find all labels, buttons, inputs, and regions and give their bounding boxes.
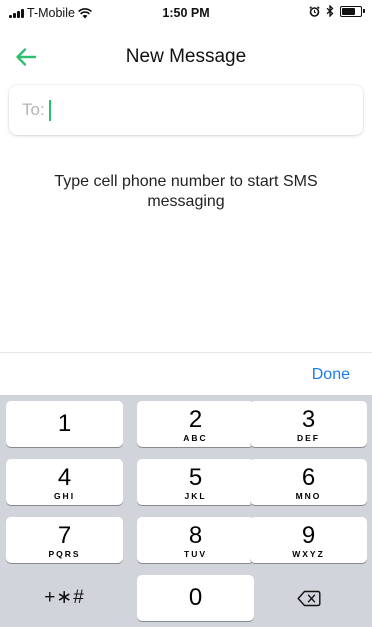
- key-letters: PQRS: [48, 549, 81, 559]
- key-letters: MNO: [295, 491, 322, 501]
- key-digit: 7: [57, 522, 72, 549]
- key-letters: TUV: [184, 549, 207, 559]
- key-9[interactable]: 9 WXYZ: [250, 517, 367, 563]
- key-letters: WXYZ: [292, 549, 325, 559]
- instruction-text: Type cell phone number to start SMS mess…: [54, 173, 318, 210]
- key-letters: JKL: [184, 491, 207, 501]
- key-4[interactable]: 4 GHI: [6, 459, 123, 505]
- key-digit: 3: [301, 406, 316, 433]
- backspace-icon: [297, 590, 320, 606]
- keyboard-accessory-bar: Done: [0, 353, 372, 395]
- text-cursor: [48, 99, 51, 121]
- key-digit: 0: [188, 584, 203, 611]
- numeric-keypad: 1 2 ABC 3 DEF 4 GHI 5 JKL 6 MNO 7 PQRS 8…: [0, 395, 372, 627]
- key-digit: 6: [301, 464, 316, 491]
- recipient-field[interactable]: To:: [9, 85, 363, 135]
- key-digit: 1: [57, 410, 72, 437]
- key-0[interactable]: 0: [137, 575, 254, 621]
- key-letters: ABC: [183, 433, 208, 443]
- key-digit: 2: [188, 406, 203, 433]
- key-letters: GHI: [53, 491, 76, 501]
- to-label: To:: [22, 100, 45, 119]
- key-6[interactable]: 6 MNO: [250, 459, 367, 505]
- key-letters: DEF: [297, 433, 320, 443]
- alarm-icon: [309, 5, 320, 17]
- key-3[interactable]: 3 DEF: [250, 401, 367, 447]
- status-right: [309, 5, 365, 17]
- symbols-label: +∗#: [44, 587, 85, 608]
- key-8[interactable]: 8 TUV: [137, 517, 254, 563]
- key-digit: 8: [188, 522, 203, 549]
- recipient-input[interactable]: [48, 99, 299, 121]
- key-digit: 9: [301, 522, 316, 549]
- backspace-key[interactable]: [250, 575, 367, 621]
- key-5[interactable]: 5 JKL: [137, 459, 254, 505]
- symbols-key[interactable]: +∗#: [6, 575, 123, 621]
- key-2[interactable]: 2 ABC: [137, 401, 254, 447]
- nav-bar: New Message: [0, 40, 372, 74]
- key-1[interactable]: 1: [6, 401, 123, 447]
- done-button[interactable]: Done: [312, 366, 350, 384]
- key-7[interactable]: 7 PQRS: [6, 517, 123, 563]
- key-digit: 4: [57, 464, 72, 491]
- bluetooth-icon: [326, 5, 334, 17]
- battery-icon: [340, 5, 365, 17]
- page-title: New Message: [125, 46, 247, 67]
- key-digit: 5: [188, 464, 203, 491]
- status-bar: T-Mobile 1:50 PM: [0, 0, 372, 24]
